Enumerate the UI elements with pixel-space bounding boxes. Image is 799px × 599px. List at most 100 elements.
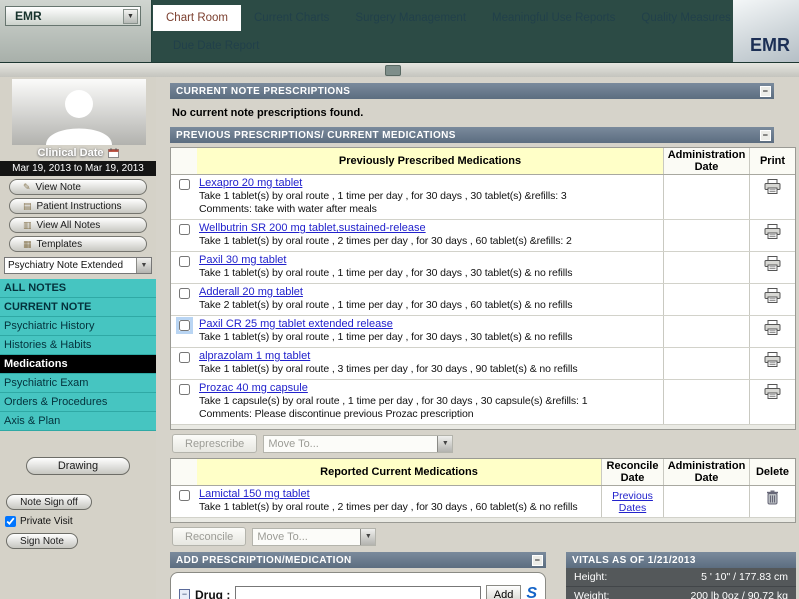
note-type-select[interactable]: Psychiatry Note Extended ▼ bbox=[4, 257, 152, 274]
chevron-down-icon[interactable]: ▼ bbox=[360, 529, 375, 545]
print-icon[interactable] bbox=[764, 352, 781, 367]
drawing-button[interactable]: Drawing bbox=[26, 457, 130, 475]
emr-app-select-value: EMR bbox=[15, 9, 42, 23]
medication-link[interactable]: Wellbutrin SR 200 mg tablet,sustained-re… bbox=[199, 222, 426, 234]
medication-link[interactable]: Paxil 30 mg tablet bbox=[199, 254, 286, 266]
templates-label: Templates bbox=[37, 239, 83, 250]
previous-medications-table-header: Previously Prescribed Medications Admini… bbox=[171, 148, 795, 175]
current-note-prescriptions-header: CURRENT NOTE PRESCRIPTIONS − bbox=[170, 83, 774, 99]
nav-psychiatric-history[interactable]: Psychiatric History bbox=[0, 317, 156, 336]
main-content: CURRENT NOTE PRESCRIPTIONS − No current … bbox=[156, 77, 799, 599]
patient-avatar-icon bbox=[35, 85, 123, 145]
vital-label: Height: bbox=[574, 571, 607, 583]
splitter-handle[interactable] bbox=[385, 65, 401, 76]
nav-medications[interactable]: Medications bbox=[0, 355, 156, 374]
nav-axis-plan[interactable]: Axis & Plan bbox=[0, 412, 156, 431]
row-checkbox[interactable] bbox=[179, 288, 190, 299]
sign-note-button[interactable]: Sign Note bbox=[6, 533, 78, 549]
tab-chart-room[interactable]: Chart Room bbox=[153, 5, 241, 31]
tab-quality-measures[interactable]: Quality Measures bbox=[628, 5, 743, 31]
chevron-down-icon[interactable]: ▼ bbox=[123, 9, 138, 24]
templates-button[interactable]: ▦ Templates bbox=[9, 236, 147, 252]
nav-all-notes[interactable]: ALL NOTES bbox=[0, 279, 156, 298]
reconcile-button[interactable]: Reconcile bbox=[172, 527, 246, 546]
print-icon[interactable] bbox=[764, 288, 781, 303]
row-checkbox[interactable] bbox=[179, 490, 190, 501]
reported-medications-table: Reported Current Medications Reconcile D… bbox=[170, 458, 796, 523]
table-footer-strip bbox=[171, 517, 795, 522]
medication-link[interactable]: Paxil CR 25 mg tablet extended release bbox=[199, 318, 393, 330]
print-icon[interactable] bbox=[764, 384, 781, 399]
row-checkbox[interactable] bbox=[179, 224, 190, 235]
col-administration-date: Administration Date bbox=[663, 148, 749, 174]
nav-current-note[interactable]: CURRENT NOTE bbox=[0, 298, 156, 317]
row-checkbox[interactable] bbox=[179, 256, 190, 267]
add-drug-button[interactable]: Add bbox=[486, 585, 522, 599]
emr-logo: EMR bbox=[733, 0, 799, 62]
chevron-down-icon[interactable]: ▼ bbox=[136, 258, 151, 273]
patient-instructions-button[interactable]: ▤ Patient Instructions bbox=[9, 198, 147, 214]
surescripts-icon[interactable]: S bbox=[526, 586, 537, 599]
medication-details: Take 1 tablet(s) by oral route , 1 time … bbox=[199, 331, 661, 344]
medication-link[interactable]: Lamictal 150 mg tablet bbox=[199, 488, 310, 500]
tab-meaningful-use-reports[interactable]: Meaningful Use Reports bbox=[479, 5, 628, 31]
medication-link[interactable]: Prozac 40 mg capsule bbox=[199, 382, 308, 394]
collapse-previous-prescriptions-button[interactable]: − bbox=[760, 130, 771, 141]
patient-instructions-label: Patient Instructions bbox=[37, 201, 122, 212]
medication-row: Paxil 30 mg tablet Take 1 tablet(s) by o… bbox=[171, 251, 795, 283]
row-checkbox[interactable] bbox=[179, 384, 190, 395]
collapse-drug-button[interactable]: − bbox=[179, 589, 190, 599]
nav-orders-procedures[interactable]: Orders & Procedures bbox=[0, 393, 156, 412]
move-to-select-2[interactable]: Move To... ▼ bbox=[252, 528, 376, 546]
print-icon[interactable] bbox=[764, 320, 781, 335]
move-to-select-1[interactable]: Move To... ▼ bbox=[263, 435, 453, 453]
col-administration-date: Administration Date bbox=[663, 459, 749, 485]
vitals-panel: VITALS AS OF 1/21/2013 Height: 5 ' 10" /… bbox=[566, 552, 796, 599]
chevron-down-icon[interactable]: ▼ bbox=[437, 436, 452, 452]
print-icon[interactable] bbox=[764, 256, 781, 271]
tab-current-charts[interactable]: Current Charts bbox=[241, 5, 342, 31]
templates-icon: ▦ bbox=[23, 239, 32, 250]
view-all-notes-button[interactable]: ▥ View All Notes bbox=[9, 217, 147, 233]
medication-details: Take 1 tablet(s) by oral route , 2 times… bbox=[199, 235, 661, 248]
row-checkbox[interactable] bbox=[179, 179, 190, 190]
drug-search-input[interactable] bbox=[235, 586, 480, 599]
row-checkbox[interactable] bbox=[179, 352, 190, 363]
medication-link[interactable]: alprazolam 1 mg tablet bbox=[199, 350, 310, 362]
delete-icon[interactable] bbox=[766, 490, 779, 505]
view-note-button[interactable]: ✎ View Note bbox=[9, 179, 147, 195]
nav-psychiatric-exam[interactable]: Psychiatric Exam bbox=[0, 374, 156, 393]
tab-surgery-management[interactable]: Surgery Management bbox=[342, 5, 479, 31]
collapse-current-note-prescriptions-button[interactable]: − bbox=[760, 86, 771, 97]
administration-date-cell bbox=[663, 348, 749, 379]
calendar-icon[interactable] bbox=[108, 148, 119, 158]
medication-details: Take 1 capsule(s) by oral route , 1 time… bbox=[199, 395, 661, 408]
medication-link[interactable]: Adderall 20 mg tablet bbox=[199, 286, 303, 298]
previous-dates-link[interactable]: Previous Dates bbox=[602, 490, 663, 514]
no-prescriptions-message: No current note prescriptions found. bbox=[172, 107, 796, 119]
row-checkbox[interactable] bbox=[179, 320, 190, 331]
print-icon[interactable] bbox=[764, 224, 781, 239]
patient-avatar bbox=[12, 79, 146, 145]
add-prescription-panel: − Drug : Add S Drugs most frequently sel… bbox=[170, 572, 546, 599]
patient-instructions-icon: ▤ bbox=[23, 201, 32, 212]
splitter-strip bbox=[0, 62, 799, 77]
clinical-date-range: Mar 19, 2013 to Mar 19, 2013 bbox=[0, 161, 156, 176]
medication-details: Take 1 tablet(s) by oral route , 1 time … bbox=[199, 267, 661, 280]
private-visit-checkbox[interactable] bbox=[5, 516, 16, 527]
emr-application-window: EMR ▼ Chart Room Current Charts Surgery … bbox=[0, 0, 799, 599]
medication-row: Lamictal 150 mg tablet Take 1 tablet(s) … bbox=[171, 486, 795, 517]
medication-link[interactable]: Lexapro 20 mg tablet bbox=[199, 177, 302, 189]
collapse-add-prescription-button[interactable]: − bbox=[532, 555, 543, 566]
note-signoff-button[interactable]: Note Sign off bbox=[6, 494, 92, 510]
nav-histories-habits[interactable]: Histories & Habits bbox=[0, 336, 156, 355]
tab-due-date-report[interactable]: Due Date Report bbox=[160, 34, 272, 58]
medication-details: Take 2 tablet(s) by oral route , 1 time … bbox=[199, 299, 661, 312]
emr-app-select[interactable]: EMR ▼ bbox=[5, 6, 141, 26]
print-icon[interactable] bbox=[764, 179, 781, 194]
previous-medications-table: Previously Prescribed Medications Admini… bbox=[170, 147, 796, 430]
clinical-date-label-row: Clinical Date bbox=[0, 147, 156, 159]
col-reconcile-date: Reconcile Date bbox=[601, 459, 663, 485]
represcribe-button[interactable]: Represcribe bbox=[172, 434, 257, 453]
private-visit-row: Private Visit bbox=[5, 516, 156, 527]
